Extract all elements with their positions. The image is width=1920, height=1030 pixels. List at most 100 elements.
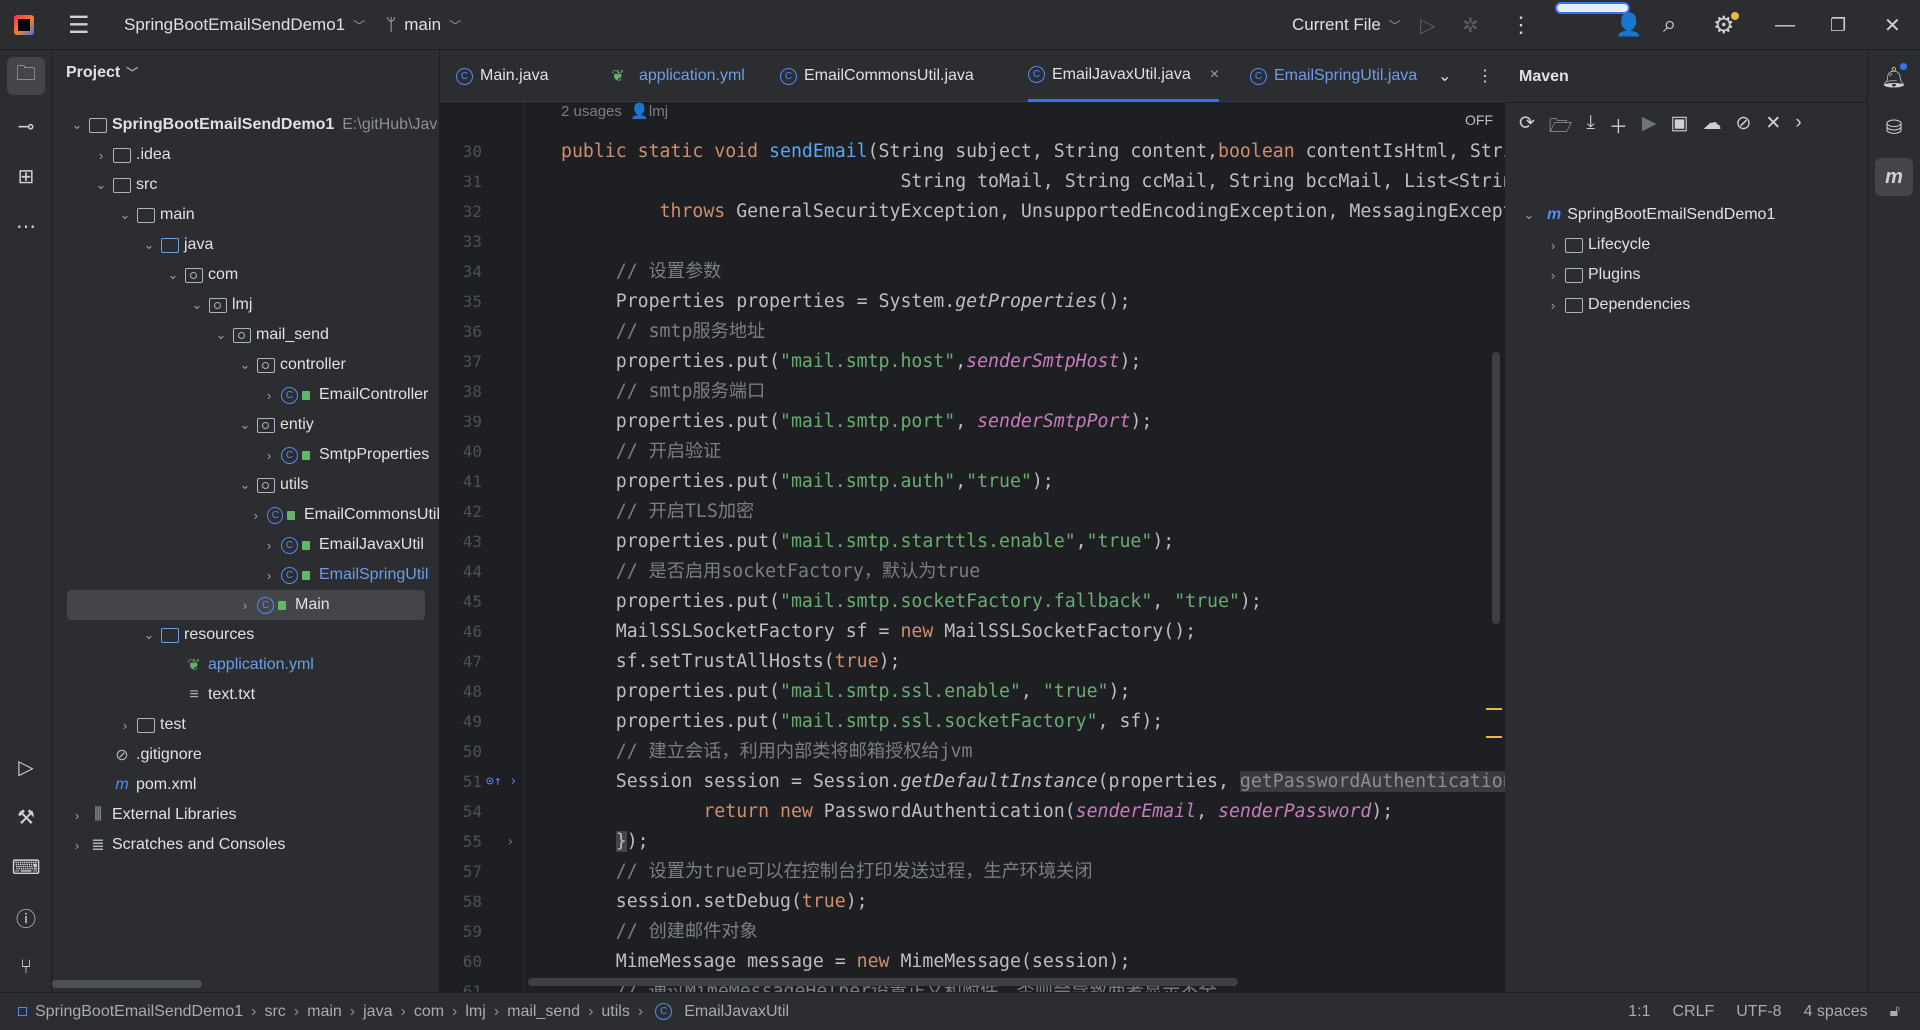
breadcrumb-item[interactable]: C EmailJavaxUtil	[651, 1003, 789, 1021]
terminal-tool-icon[interactable]: ⌨	[7, 848, 45, 886]
tab-list-chevron-icon[interactable]: ⌄	[1438, 50, 1451, 102]
line-separator[interactable]: CRLF	[1672, 1003, 1714, 1021]
reader-mode-toggle[interactable]: OFF	[1465, 112, 1493, 128]
tree-item[interactable]: › C EmailController	[52, 380, 439, 410]
breadcrumb-item[interactable]: utils ›	[601, 1003, 643, 1021]
horizontal-scrollbar[interactable]	[52, 980, 202, 988]
code-line[interactable]: 42 // 开启TLS加密	[440, 497, 1505, 527]
code-line[interactable]: 39 properties.put("mail.smtp.port", send…	[440, 407, 1505, 437]
code-line[interactable]: 44 // 是否启用socketFactory，默认为true	[440, 557, 1505, 587]
more-tools-icon[interactable]: ⋯	[7, 207, 45, 245]
code-line[interactable]: 30 public static void sendEmail(String su…	[440, 137, 1505, 167]
branch-selector[interactable]: ᛘ main ﹀	[386, 0, 461, 50]
chevron-down-icon[interactable]: ⌄	[69, 117, 85, 133]
code-line[interactable]: 37 properties.put("mail.smtp.host",sende…	[440, 347, 1505, 377]
tree-item[interactable]: › C SmtpProperties	[52, 440, 439, 470]
code-line[interactable]: 33	[440, 227, 1505, 257]
tree-item[interactable]: › C EmailCommonsUtil	[52, 500, 439, 530]
tree-item[interactable]: ⌄ utils	[52, 470, 439, 500]
close-icon[interactable]: ✕	[1884, 0, 1901, 50]
caret-position[interactable]: 1:1	[1628, 1003, 1650, 1021]
commit-tool-icon[interactable]: ⊸	[7, 107, 45, 145]
tree-item[interactable]: › C EmailSpringUtil	[52, 560, 439, 590]
reload-icon[interactable]: ⟳	[1519, 112, 1535, 144]
code-vision-hint[interactable]: 2 usages 👤lmj	[561, 102, 668, 120]
offline-icon[interactable]: ☁	[1702, 112, 1721, 144]
project-tool-icon[interactable]: 🗀	[7, 57, 45, 95]
tree-item[interactable]: ⌄ src	[52, 170, 439, 200]
chevron-right-icon[interactable]: ›	[237, 598, 253, 613]
code-line[interactable]: 54 return new PasswordAuthentication(sen…	[440, 797, 1505, 827]
chevron-down-icon[interactable]: ⌄	[237, 417, 253, 433]
chevron-down-icon[interactable]: ⌄	[165, 267, 181, 283]
tree-item[interactable]: ⌄ main	[52, 200, 439, 230]
search-icon[interactable]: ⌕	[1663, 0, 1676, 50]
tree-item[interactable]: ⌄ java	[52, 230, 439, 260]
database-icon[interactable]: ⛁	[1875, 108, 1913, 146]
chevron-right-icon[interactable]: ›	[261, 388, 277, 403]
breadcrumb-item[interactable]: src ›	[264, 1003, 299, 1021]
tab-emailjavaxutil-java[interactable]: C EmailJavaxUtil.java ×	[1028, 50, 1220, 102]
breadcrumb-item[interactable]: java ›	[363, 1003, 406, 1021]
code-line[interactable]: 51 ⊙↑ › Session session = Session.getDefa…	[440, 767, 1505, 797]
chevron-right-icon[interactable]: ›	[261, 538, 277, 553]
code-line[interactable]: 43 properties.put("mail.smtp.starttls.en…	[440, 527, 1505, 557]
tree-item[interactable]: ⌄ mail_send	[52, 320, 439, 350]
code-line[interactable]: 49 properties.put("mail.smtp.ssl.socketF…	[440, 707, 1505, 737]
code-line[interactable]: 45 properties.put("mail.smtp.socketFacto…	[440, 587, 1505, 617]
tree-item[interactable]: m pom.xml	[52, 770, 439, 800]
restore-icon[interactable]: ❐	[1830, 0, 1846, 50]
app-logo-icon[interactable]	[14, 0, 34, 50]
tree-item[interactable]: ⌄ SpringBootEmailSendDemo1 E:\gitHub\Jav	[52, 110, 439, 140]
notifications-icon[interactable]: 🔔︎	[1875, 58, 1913, 96]
chevron-down-icon[interactable]: ⌄	[117, 207, 133, 223]
breadcrumb-item[interactable]: lmj ›	[465, 1003, 499, 1021]
breadcrumb-item[interactable]: mail_send ›	[507, 1003, 593, 1021]
maven-tool-icon[interactable]: m	[1875, 158, 1913, 196]
tree-item[interactable]: ⌄ lmj	[52, 290, 439, 320]
tree-item[interactable]: ⌄ com	[52, 260, 439, 290]
chevron-right-icon[interactable]: ›	[69, 838, 85, 853]
code-line[interactable]: 59 // 创建邮件对象	[440, 917, 1505, 947]
code-line[interactable]: 58 session.setDebug(true);	[440, 887, 1505, 917]
chevron-down-icon[interactable]: ⌄	[141, 237, 157, 253]
tree-item[interactable]: › .idea	[52, 140, 439, 170]
run-maven-icon[interactable]: ▶	[1642, 112, 1657, 144]
main-menu-icon[interactable]: ☰	[68, 0, 90, 50]
add-user-icon[interactable]: 👤	[1615, 0, 1642, 50]
code-line[interactable]: 34 // 设置参数	[440, 257, 1505, 287]
breadcrumb-item[interactable]: main ›	[307, 1003, 355, 1021]
collapse-icon[interactable]: ✕	[1765, 112, 1781, 144]
run-config-selector[interactable]: Current File ﹀	[1292, 0, 1401, 50]
chevron-right-icon[interactable]: ›	[261, 568, 277, 583]
add-icon[interactable]: ＋	[1609, 112, 1628, 144]
chevron-down-icon[interactable]: ⌄	[237, 477, 253, 493]
tree-item[interactable]: ≡ text.txt	[52, 680, 439, 710]
code-line[interactable]: 40 // 开启验证	[440, 437, 1505, 467]
tree-item[interactable]: ⌄ controller	[52, 350, 439, 380]
more-icon[interactable]: ›	[1795, 112, 1801, 144]
tree-item[interactable]: › ≣ Scratches and Consoles	[52, 830, 439, 860]
code-line[interactable]: 31 String toMail, String ccMail, String …	[440, 167, 1505, 197]
settings-icon[interactable]: ⚙	[1713, 0, 1739, 50]
override-gutter-icon[interactable]: ⊙↑ ›	[486, 767, 517, 797]
code-line[interactable]: 50 // 建立会话，利用内部类将邮箱授权给jvm	[440, 737, 1505, 767]
download-icon[interactable]: ⤓	[1586, 112, 1594, 144]
horizontal-scrollbar[interactable]	[528, 978, 1238, 986]
more-icon[interactable]: ⋮	[1510, 0, 1532, 50]
project-panel-header[interactable]: Project ﹀	[66, 64, 138, 82]
tab-application-yml[interactable]: ❦ application.yml	[605, 50, 745, 102]
code-line[interactable]: 46 MailSSLSocketFactory sf = new MailSSL…	[440, 617, 1505, 647]
fold-icon[interactable]: ›	[506, 827, 514, 857]
problems-tool-icon[interactable]: ⓘ	[7, 898, 45, 936]
code-line[interactable]: 35 Properties properties = System.getPro…	[440, 287, 1505, 317]
breadcrumb-item[interactable]: com ›	[414, 1003, 458, 1021]
usages-link[interactable]: 2 usages	[561, 103, 622, 120]
run-icon[interactable]: ▷	[1420, 0, 1435, 50]
code-line[interactable]: 60 MimeMessage message = new MimeMessage…	[440, 947, 1505, 977]
chevron-down-icon[interactable]: ⌄	[141, 627, 157, 643]
indent-setting[interactable]: 4 spaces	[1804, 1003, 1868, 1021]
tree-item[interactable]: › C Main	[67, 590, 425, 620]
chevron-right-icon[interactable]: ›	[117, 718, 133, 733]
skip-tests-icon[interactable]: ⊘	[1735, 112, 1751, 144]
